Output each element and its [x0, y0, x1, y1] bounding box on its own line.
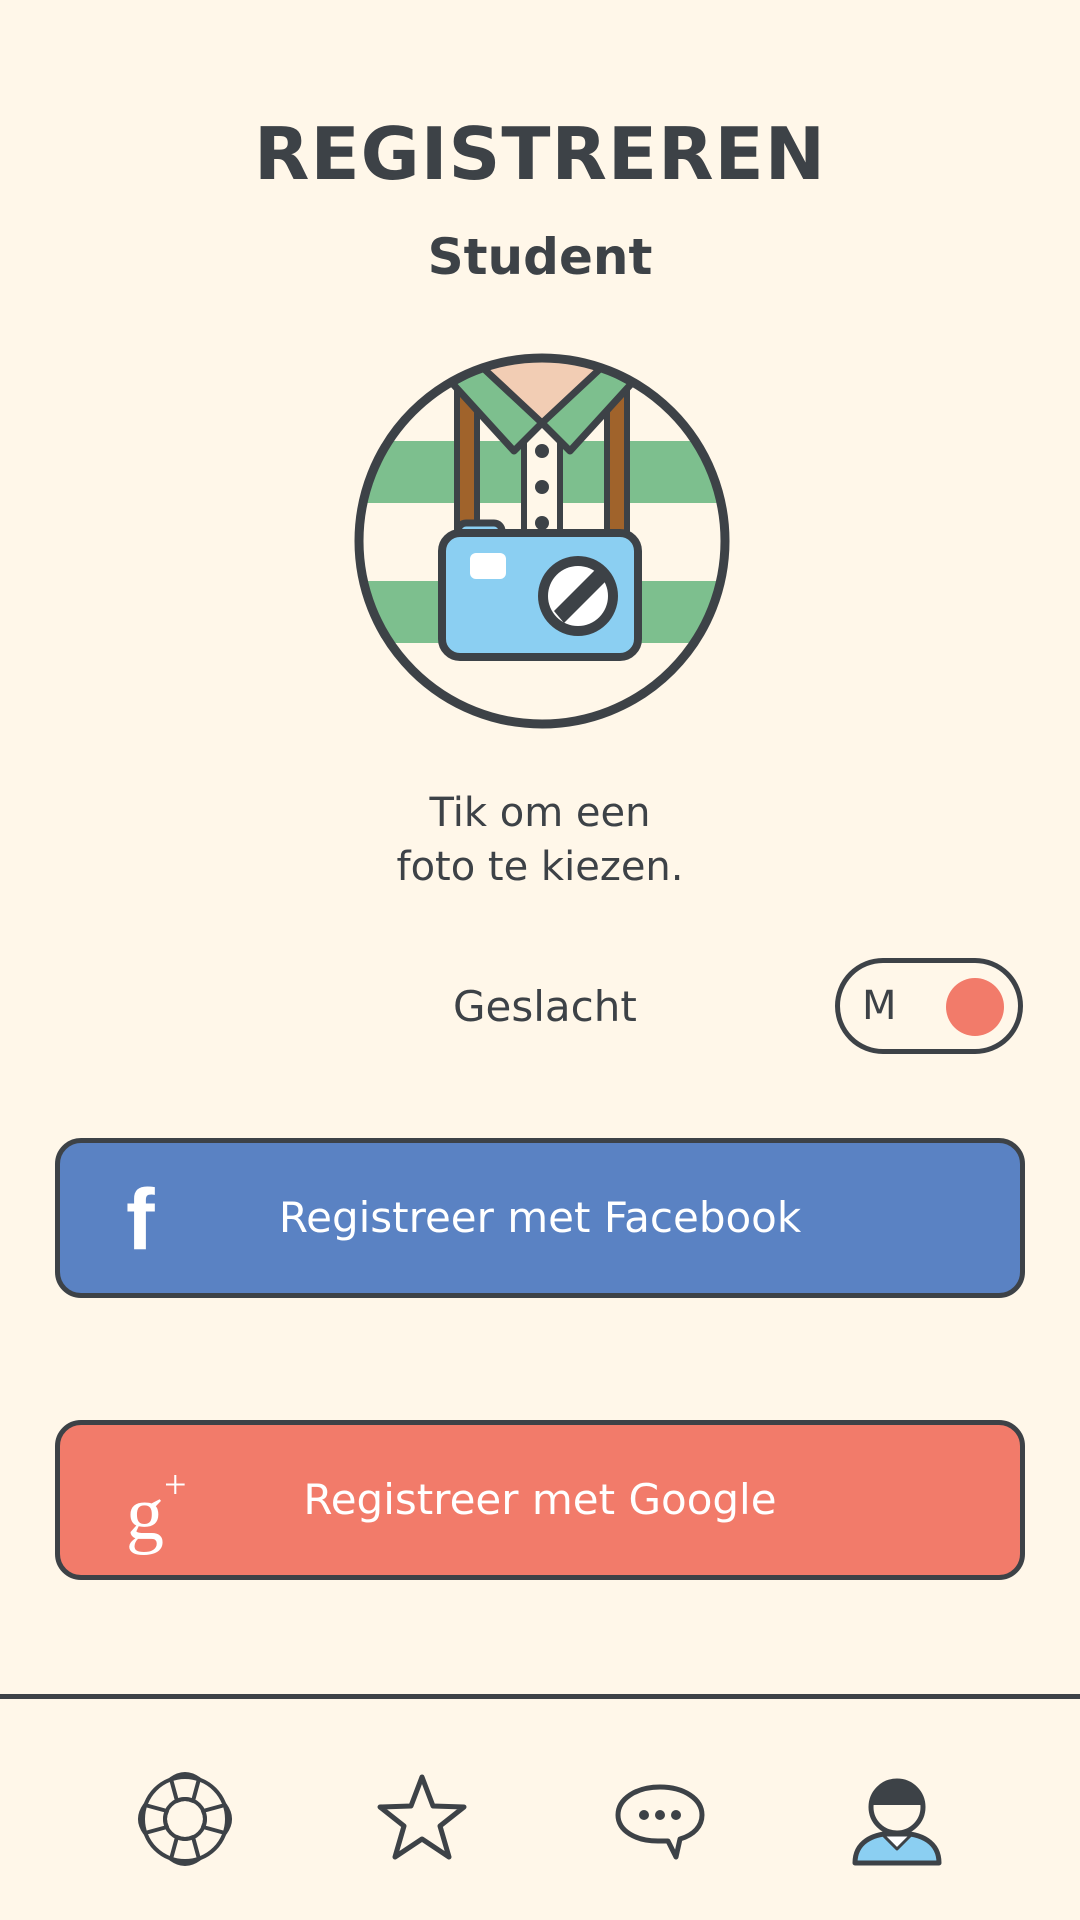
nav-item-favorites[interactable]	[372, 1769, 472, 1869]
nav-item-messages[interactable]	[610, 1769, 710, 1869]
register-google-label: Registreer met Google	[303, 1475, 777, 1524]
register-facebook-label: Registreer met Facebook	[278, 1193, 802, 1242]
photo-hint-line1: Tik om een	[429, 790, 651, 836]
lifebuoy-icon	[138, 1772, 232, 1866]
gender-value: M	[862, 983, 897, 1029]
toggle-knob	[946, 978, 1004, 1036]
nav-item-help[interactable]	[135, 1769, 235, 1869]
page-subtitle: Student	[427, 228, 653, 286]
gender-label: Geslacht	[453, 982, 637, 1031]
register-google-button[interactable]: g+ Registreer met Google	[55, 1420, 1025, 1580]
page-title: REGISTREREN	[254, 112, 826, 196]
user-profile-icon	[852, 1778, 942, 1866]
star-icon	[377, 1774, 467, 1860]
register-facebook-button[interactable]: f Registreer met Facebook	[55, 1138, 1025, 1298]
nav-item-profile[interactable]	[847, 1769, 947, 1869]
bottom-nav	[0, 1699, 1080, 1920]
profile-photo-picker[interactable]	[354, 353, 730, 729]
gender-toggle[interactable]: M	[835, 958, 1023, 1054]
photo-hint: Tik om een foto te kiezen.	[0, 786, 1080, 894]
photo-hint-line2: foto te kiezen.	[396, 844, 684, 890]
student-avatar-icon	[354, 353, 730, 729]
chat-bubble-icon	[615, 1784, 705, 1860]
